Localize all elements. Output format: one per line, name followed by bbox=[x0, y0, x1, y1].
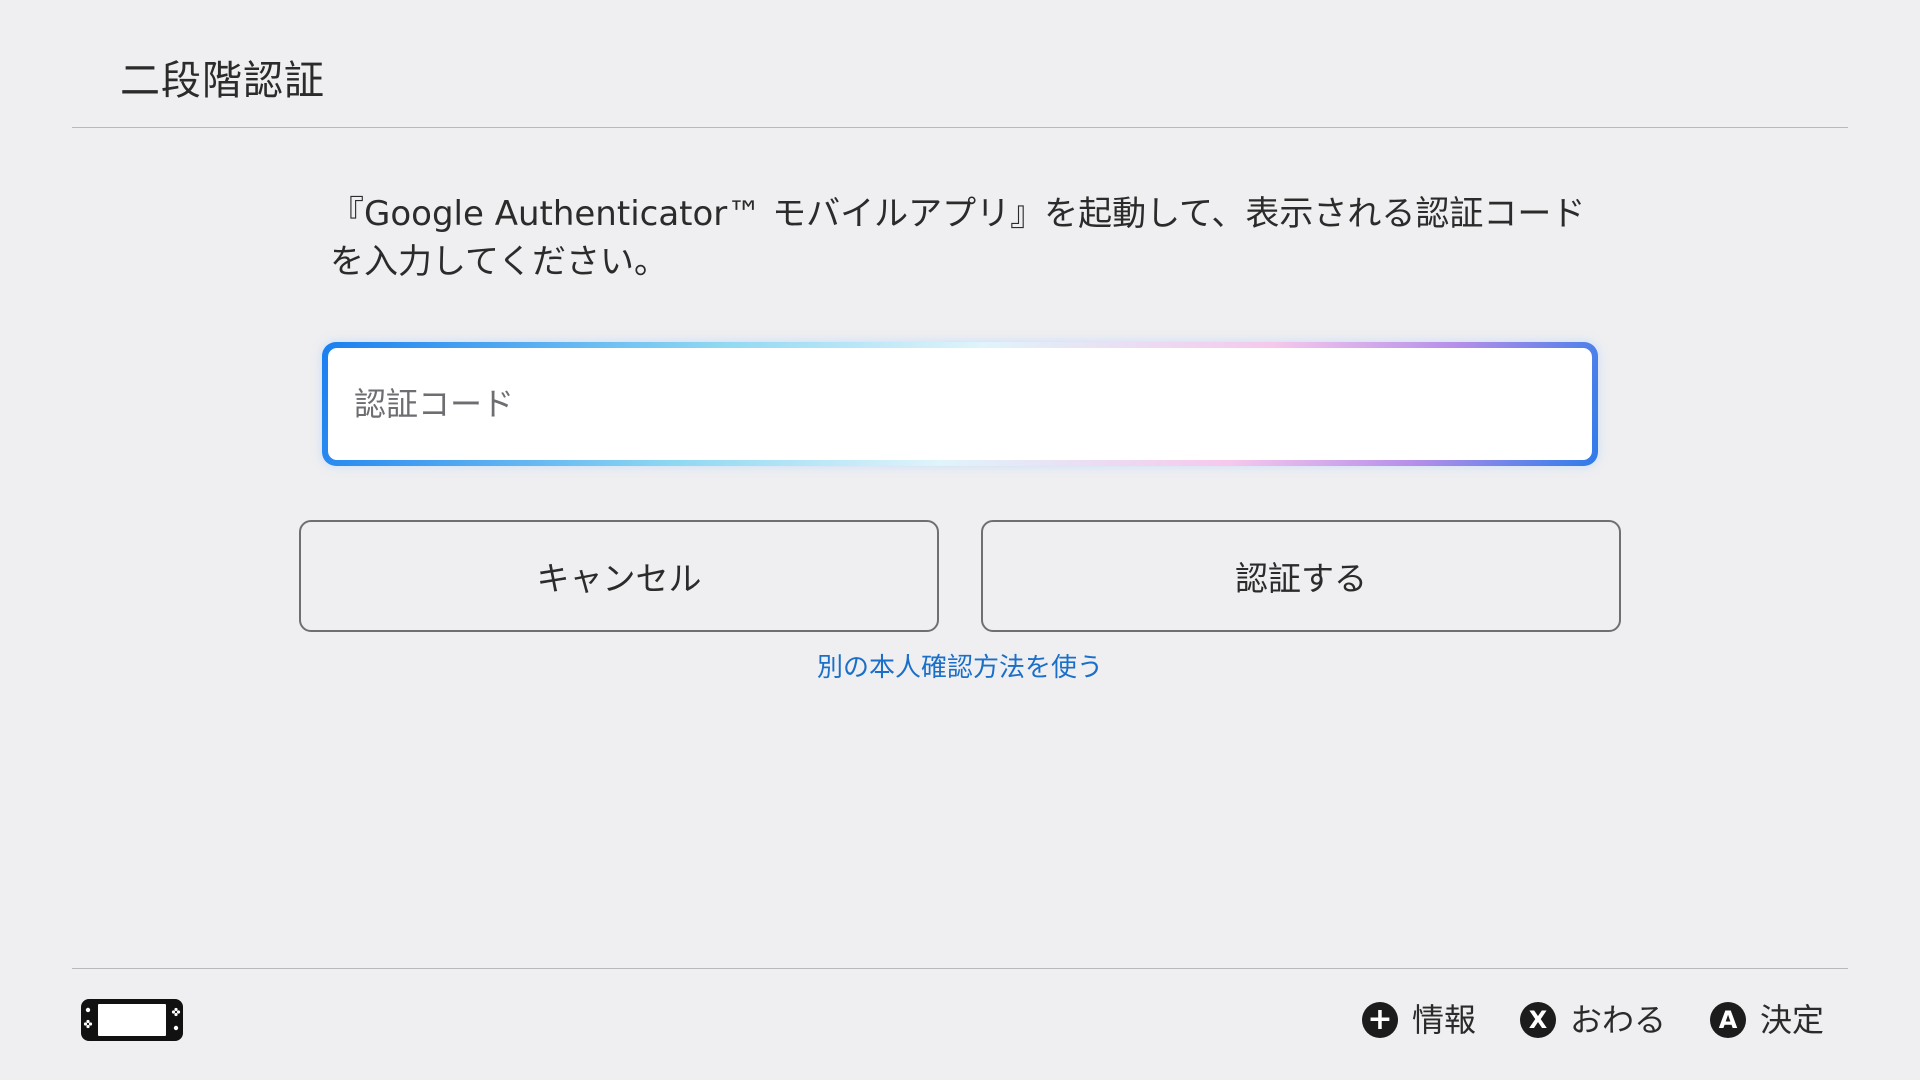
hint-confirm[interactable]: A 決定 bbox=[1709, 998, 1824, 1042]
cancel-button[interactable]: キャンセル bbox=[299, 520, 939, 632]
footer-divider bbox=[72, 968, 1848, 969]
verification-code-input[interactable] bbox=[328, 348, 1592, 460]
page-title: 二段階認証 bbox=[120, 58, 325, 104]
code-input-frame bbox=[322, 342, 1598, 466]
hint-quit-label: おわる bbox=[1569, 1001, 1666, 1039]
a-button-icon: A bbox=[1709, 1002, 1746, 1038]
hint-info-label: 情報 bbox=[1411, 1001, 1476, 1039]
header: 二段階認証 bbox=[0, 0, 1920, 128]
footer-button-hints: + 情報 X おわる A 決定 bbox=[1318, 995, 1824, 1045]
hint-info[interactable]: + 情報 bbox=[1361, 998, 1476, 1042]
instruction-text: 『Google Authenticator™ モバイルアプリ』を起動して、表示さ… bbox=[330, 194, 1586, 282]
hint-quit[interactable]: X おわる bbox=[1519, 998, 1666, 1042]
verify-button[interactable]: 認証する bbox=[981, 520, 1621, 632]
plus-button-icon: + bbox=[1361, 1002, 1398, 1038]
alternate-method-link[interactable]: 別の本人確認方法を使う bbox=[0, 648, 1920, 688]
header-divider bbox=[72, 127, 1848, 128]
hint-confirm-label: 決定 bbox=[1759, 1001, 1824, 1039]
x-button-icon: X bbox=[1519, 1002, 1556, 1038]
handheld-console-icon bbox=[81, 999, 183, 1041]
